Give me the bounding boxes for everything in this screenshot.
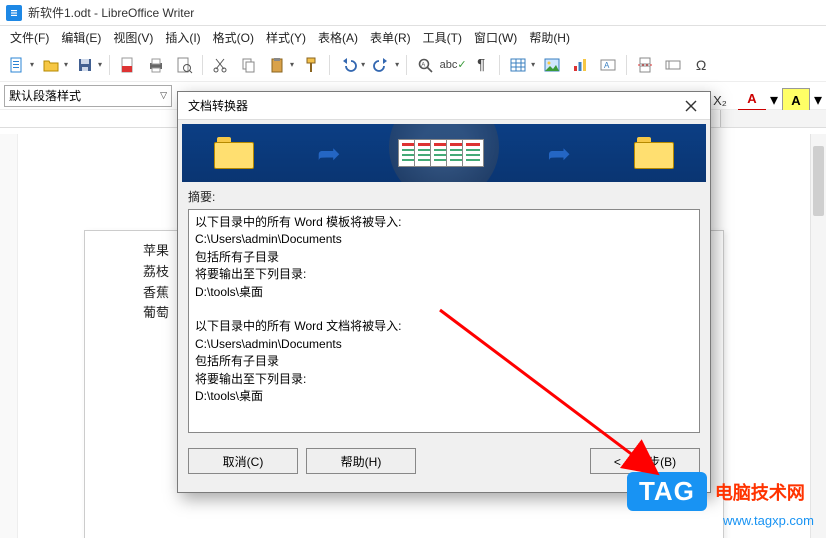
arrow-right-icon: ➦ (547, 137, 570, 170)
table-dropdown[interactable]: ▾ (531, 60, 535, 69)
menu-tools[interactable]: 工具(T) (417, 28, 468, 47)
dialog-body: 摘要: (178, 186, 710, 444)
back-button[interactable]: < 上一步(B) (590, 448, 700, 474)
menu-insert[interactable]: 插入(I) (159, 28, 206, 47)
export-pdf-button[interactable] (115, 52, 141, 78)
menu-window[interactable]: 窗口(W) (468, 28, 523, 47)
highlight-button[interactable]: A (782, 88, 810, 112)
paragraph-style-value: 默认段落样式 (9, 87, 81, 104)
standard-toolbar: ▾ ▾ ▾ ▾ ▾ ▾ A abc✓ ¶ ▾ A Ω (0, 48, 826, 82)
formatting-marks-button[interactable]: ¶ (468, 52, 494, 78)
redo-button[interactable] (369, 52, 395, 78)
menu-table[interactable]: 表格(A) (312, 28, 364, 47)
separator (406, 55, 407, 75)
insert-image-button[interactable] (539, 52, 565, 78)
open-dropdown[interactable]: ▾ (64, 60, 68, 69)
arrow-right-icon: ➦ (317, 137, 340, 170)
dialog-title: 文档转换器 (188, 97, 248, 114)
menu-format[interactable]: 格式(O) (207, 28, 260, 47)
menu-file[interactable]: 文件(F) (4, 28, 55, 47)
undo-button[interactable] (335, 52, 361, 78)
summary-label: 摘要: (188, 188, 700, 205)
right-format-tools: X₂ A ▾ A ▾ (706, 88, 822, 112)
copy-button[interactable] (236, 52, 262, 78)
insert-field-button[interactable] (660, 52, 686, 78)
title-bar: 新软件1.odt - LibreOffice Writer (0, 0, 826, 26)
print-preview-button[interactable] (171, 52, 197, 78)
document-title: 新软件1.odt (28, 4, 91, 21)
close-icon (685, 100, 697, 112)
documents-icon (404, 139, 484, 167)
menu-view[interactable]: 视图(V) (107, 28, 159, 47)
separator (499, 55, 500, 75)
save-dropdown[interactable]: ▾ (98, 60, 102, 69)
menu-styles[interactable]: 样式(Y) (260, 28, 312, 47)
font-color-dropdown[interactable]: ▾ (770, 90, 778, 110)
help-button[interactable]: 帮助(H) (306, 448, 416, 474)
redo-dropdown[interactable]: ▾ (395, 60, 399, 69)
paste-dropdown[interactable]: ▾ (290, 60, 294, 69)
close-button[interactable] (674, 94, 708, 118)
folder-icon (634, 137, 674, 169)
cut-button[interactable] (208, 52, 234, 78)
title-separator: - (91, 6, 102, 20)
watermark: TAG 电脑技术网 www.tagxp.com (627, 472, 814, 528)
app-icon (6, 5, 22, 21)
clone-format-button[interactable] (298, 52, 324, 78)
watermark-tag: TAG (627, 472, 707, 511)
paragraph-style-combo[interactable]: 默认段落样式 ▽ (4, 85, 172, 107)
summary-textarea[interactable] (188, 209, 700, 433)
watermark-cn: 电脑技术网 (715, 479, 805, 505)
separator (329, 55, 330, 75)
separator (202, 55, 203, 75)
folder-icon (214, 137, 254, 169)
undo-dropdown[interactable]: ▾ (361, 60, 365, 69)
paste-button[interactable] (264, 52, 290, 78)
insert-table-button[interactable] (505, 52, 531, 78)
font-color-button[interactable]: A (738, 88, 766, 112)
insert-textbox-button[interactable]: A (595, 52, 621, 78)
separator (109, 55, 110, 75)
open-button[interactable] (38, 52, 64, 78)
menu-edit[interactable]: 编辑(E) (55, 28, 107, 47)
ruler-margin (720, 110, 826, 127)
svg-text:A: A (604, 61, 610, 70)
cancel-button[interactable]: 取消(C) (188, 448, 298, 474)
watermark-url: www.tagxp.com (723, 513, 814, 528)
find-button[interactable]: A (412, 52, 438, 78)
insert-pagebreak-button[interactable] (632, 52, 658, 78)
menu-bar: 文件(F) 编辑(E) 视图(V) 插入(I) 格式(O) 样式(Y) 表格(A… (0, 26, 826, 48)
scrollbar-thumb[interactable] (813, 146, 824, 216)
vertical-ruler[interactable] (0, 134, 18, 538)
insert-special-char-button[interactable]: Ω (688, 52, 714, 78)
app-name: LibreOffice Writer (101, 6, 194, 20)
document-converter-dialog: 文档转换器 ➦ ➦ 摘要: 取消(C) 帮助(H) < 上一步(B) (177, 91, 711, 493)
menu-help[interactable]: 帮助(H) (523, 28, 576, 47)
spellcheck-button[interactable]: abc✓ (440, 52, 466, 78)
dialog-banner: ➦ ➦ (182, 124, 706, 182)
print-button[interactable] (143, 52, 169, 78)
dialog-titlebar[interactable]: 文档转换器 (178, 92, 710, 120)
svg-text:A: A (421, 62, 425, 68)
separator (626, 55, 627, 75)
menu-form[interactable]: 表单(R) (364, 28, 417, 47)
new-doc-dropdown[interactable]: ▾ (30, 60, 34, 69)
insert-chart-button[interactable] (567, 52, 593, 78)
chevron-down-icon: ▽ (160, 90, 167, 101)
new-doc-button[interactable] (4, 52, 30, 78)
save-button[interactable] (72, 52, 98, 78)
highlight-dropdown[interactable]: ▾ (814, 90, 822, 110)
